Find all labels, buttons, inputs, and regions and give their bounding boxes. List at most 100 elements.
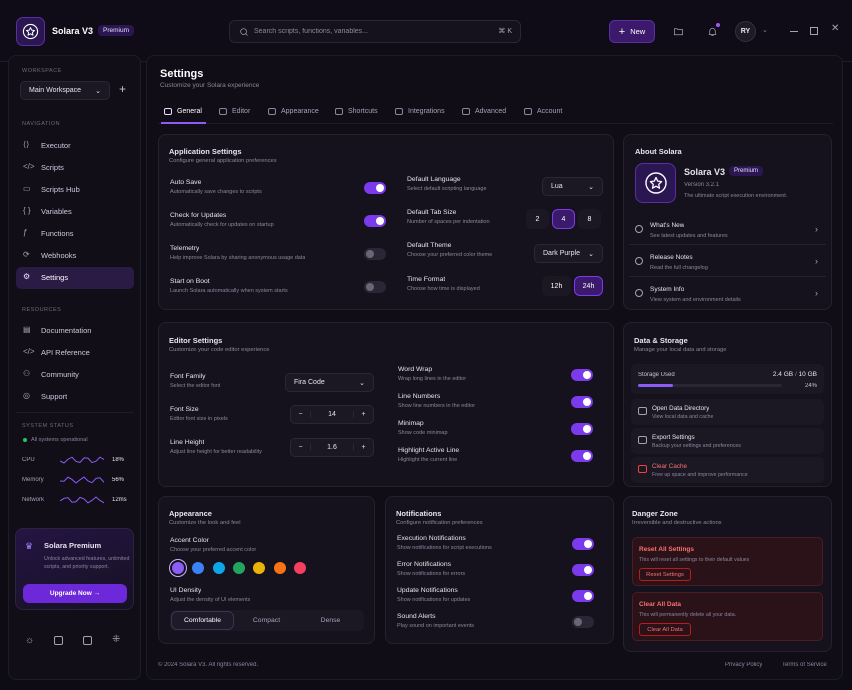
language-select[interactable]: Lua ⌄	[542, 177, 603, 196]
tab-advanced[interactable]: Advanced	[462, 104, 506, 118]
accent-swatch[interactable]	[172, 562, 184, 574]
time-format-option[interactable]: 12h	[542, 276, 571, 296]
accent-swatch[interactable]	[253, 562, 266, 574]
terms-link[interactable]: Terms of Service	[782, 662, 827, 668]
page-title: Settings	[160, 68, 204, 80]
reset-settings-box: Reset All Settings This will reset all s…	[632, 537, 823, 586]
accent-swatch[interactable]	[273, 562, 286, 574]
sun-icon[interactable]: ☼	[25, 635, 34, 646]
decrement-button[interactable]: −	[291, 444, 311, 451]
clear-data-button[interactable]: Clear All Data	[639, 623, 691, 636]
sidebar-item-api-reference[interactable]: </> API Reference	[16, 342, 134, 364]
theme-select[interactable]: Dark Purple ⌄	[534, 244, 603, 263]
notifications-button[interactable]	[700, 20, 724, 43]
grid-icon[interactable]: ⁜	[112, 634, 120, 645]
maximize-button[interactable]	[810, 27, 818, 35]
density-option[interactable]: Compact	[235, 611, 298, 630]
avatar[interactable]: RY	[735, 21, 756, 42]
about-link-what-s-new[interactable]: What's New See latest updates and feature…	[629, 215, 826, 245]
system-status-heading: SYSTEM STATUS	[22, 423, 74, 429]
close-button[interactable]: ✕	[831, 23, 839, 34]
tab-account[interactable]: Account	[524, 104, 562, 118]
reset-settings-button[interactable]: Reset Settings	[639, 568, 691, 581]
accent-swatch[interactable]	[232, 562, 245, 574]
time-format-option[interactable]: 24h	[574, 276, 603, 296]
sidebar-item-variables[interactable]: { } Variables	[16, 201, 134, 223]
chevron-down-icon[interactable]: ⌄	[762, 26, 768, 34]
sidebar-item-support[interactable]: ◎ Support	[16, 386, 134, 408]
danger-zone-card: Danger Zone Irreversible and destructive…	[623, 496, 832, 652]
search-input[interactable]: Search scripts, functions, variables...	[254, 28, 368, 35]
check-for-updates-toggle[interactable]	[364, 215, 386, 227]
privacy-link[interactable]: Privacy Policy	[725, 662, 762, 668]
tab-size-option[interactable]: 8	[578, 209, 601, 229]
workspace-select[interactable]: Main Workspace ⌄	[20, 81, 110, 100]
minimize-button[interactable]	[790, 31, 798, 32]
storage-used-label: Storage Used	[638, 372, 675, 378]
storage-item-clear-cache[interactable]: Clear Cache Free up space and improve per…	[631, 457, 824, 483]
sidebar-item-community[interactable]: ⚇ Community	[16, 364, 134, 386]
line-height-stepper[interactable]: − 1.6 +	[290, 438, 374, 457]
accent-swatch[interactable]	[192, 562, 205, 574]
tab-integrations[interactable]: Integrations	[395, 104, 445, 118]
tab-general[interactable]: General	[164, 104, 202, 118]
folder-button[interactable]	[666, 20, 690, 43]
tab-size-option[interactable]: 4	[552, 209, 575, 229]
new-button[interactable]: + New	[609, 20, 655, 43]
editor-tab-icon	[219, 107, 227, 115]
tab-shortcuts[interactable]: Shortcuts	[335, 104, 378, 118]
sidebar-item-scripts[interactable]: </> Scripts	[16, 157, 134, 179]
minimap-toggle[interactable]	[571, 423, 593, 435]
sidebar-item-executor[interactable]: ⟨⟩ Executor	[16, 135, 134, 157]
about-link-release-notes[interactable]: Release Notes Read the full changelog ›	[629, 247, 826, 277]
increment-button[interactable]: +	[353, 411, 373, 418]
code-icon: </>	[23, 162, 35, 171]
sound-alerts-toggle[interactable]	[572, 616, 594, 628]
density-option[interactable]: Comfortable	[171, 611, 234, 630]
increment-button[interactable]: +	[353, 444, 373, 451]
toggle-label: Sound Alerts	[397, 613, 436, 620]
accent-swatch[interactable]	[212, 562, 225, 574]
storage-item-desc: View local data and cache	[652, 414, 714, 420]
page-subtitle: Customize your Solara experience	[160, 82, 260, 89]
font-size-stepper[interactable]: − 14 +	[290, 405, 374, 424]
start-on-boot-toggle[interactable]	[364, 281, 386, 293]
search-bar[interactable]: Search scripts, functions, variables... …	[229, 20, 521, 43]
telemetry-toggle[interactable]	[364, 248, 386, 260]
accent-swatch[interactable]	[293, 562, 306, 574]
upgrade-button[interactable]: Upgrade Now →	[23, 584, 127, 603]
app-logo[interactable]	[16, 17, 45, 46]
font-family-select[interactable]: Fira Code ⌄	[285, 373, 374, 392]
sidebar-item-functions[interactable]: ƒ Functions	[16, 223, 134, 245]
tab-size-option[interactable]: 2	[526, 209, 549, 229]
highlight-active-line-toggle[interactable]	[571, 450, 593, 462]
word-wrap-toggle[interactable]	[571, 369, 593, 381]
storage-item-open-data-directory[interactable]: Open Data Directory View local data and c…	[631, 399, 824, 425]
metric-value: 56%	[112, 477, 125, 483]
tab-editor[interactable]: Editor	[219, 104, 250, 118]
workspace-heading: WORKSPACE	[22, 68, 62, 74]
toggle-label: Start on Boot	[170, 278, 210, 285]
premium-desc: Unlock advanced features, unlimited scri…	[44, 556, 130, 570]
expand-icon[interactable]	[54, 636, 63, 645]
density-option[interactable]: Dense	[299, 611, 362, 630]
sidebar-item-documentation[interactable]: ▤ Documentation	[16, 320, 134, 342]
sidebar-item-settings[interactable]: ⚙ Settings	[16, 267, 134, 289]
line-numbers-toggle[interactable]	[571, 396, 593, 408]
sidebar-item-webhooks[interactable]: ⟳ Webhooks	[16, 245, 134, 267]
execution-notifications-toggle[interactable]	[572, 538, 594, 550]
info-icon	[635, 257, 643, 265]
update-notifications-toggle[interactable]	[572, 590, 594, 602]
terminal-icon[interactable]	[83, 636, 92, 645]
tab-appearance[interactable]: Appearance	[268, 104, 319, 118]
toggle-desc: Play sound on important events	[397, 623, 475, 629]
decrement-button[interactable]: −	[291, 411, 311, 418]
auto-save-toggle[interactable]	[364, 182, 386, 194]
add-workspace-button[interactable]: +	[119, 82, 126, 96]
storage-progress-fill	[638, 384, 673, 387]
sidebar-item-scripts-hub[interactable]: ▭ Scripts Hub	[16, 179, 134, 201]
about-link-system-info[interactable]: System Info View system and environment d…	[629, 279, 826, 309]
storage-item-export-settings[interactable]: Export Settings Backup your settings and …	[631, 428, 824, 454]
error-notifications-toggle[interactable]	[572, 564, 594, 576]
about-logo	[635, 163, 676, 203]
